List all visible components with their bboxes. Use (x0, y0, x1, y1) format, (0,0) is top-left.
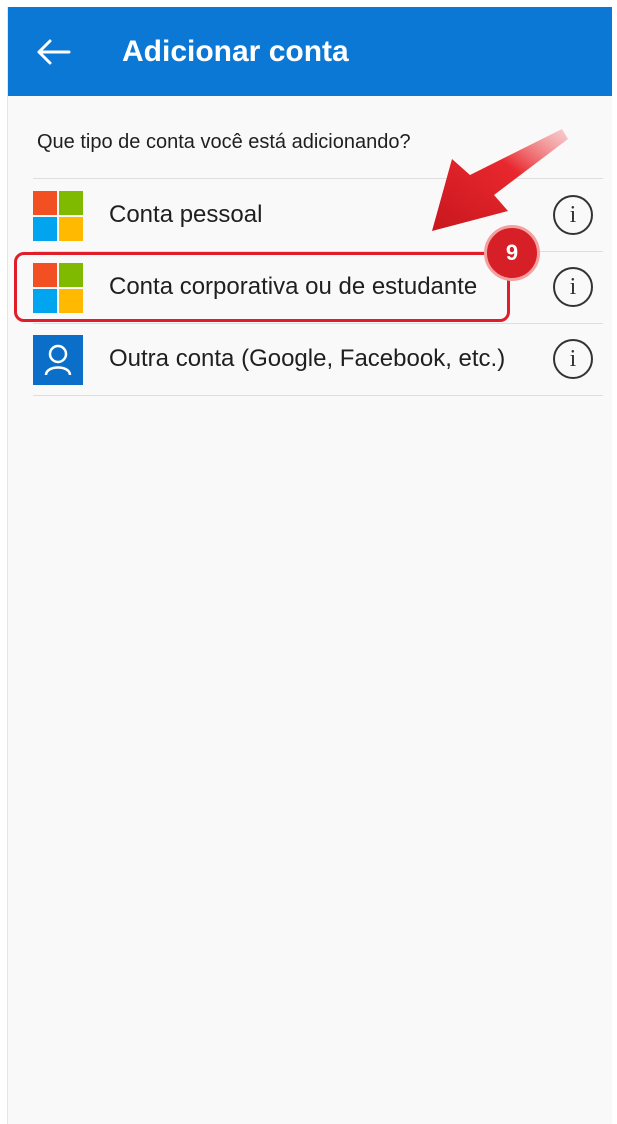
pointer-arrow-icon (432, 129, 568, 231)
info-icon[interactable]: i (553, 267, 593, 307)
divider (33, 395, 603, 396)
page-title: Adicionar conta (122, 35, 349, 68)
step-number-badge: 9 (484, 225, 540, 281)
app-bar: Adicionar conta (8, 7, 612, 96)
account-option-label: Conta pessoal (109, 201, 263, 228)
person-icon (33, 335, 83, 385)
back-button[interactable] (26, 29, 82, 75)
info-icon[interactable]: i (553, 339, 593, 379)
account-option-other[interactable]: Outra conta (Google, Facebook, etc.) i (33, 323, 603, 395)
arrow-left-icon (37, 39, 71, 65)
highlight-box (14, 252, 510, 322)
account-type-question: Que tipo de conta você está adicionando? (37, 131, 411, 153)
account-option-label: Outra conta (Google, Facebook, etc.) (109, 345, 506, 372)
app-screen: Adicionar conta Que tipo de conta você e… (7, 7, 612, 1124)
microsoft-logo-icon (33, 191, 83, 241)
